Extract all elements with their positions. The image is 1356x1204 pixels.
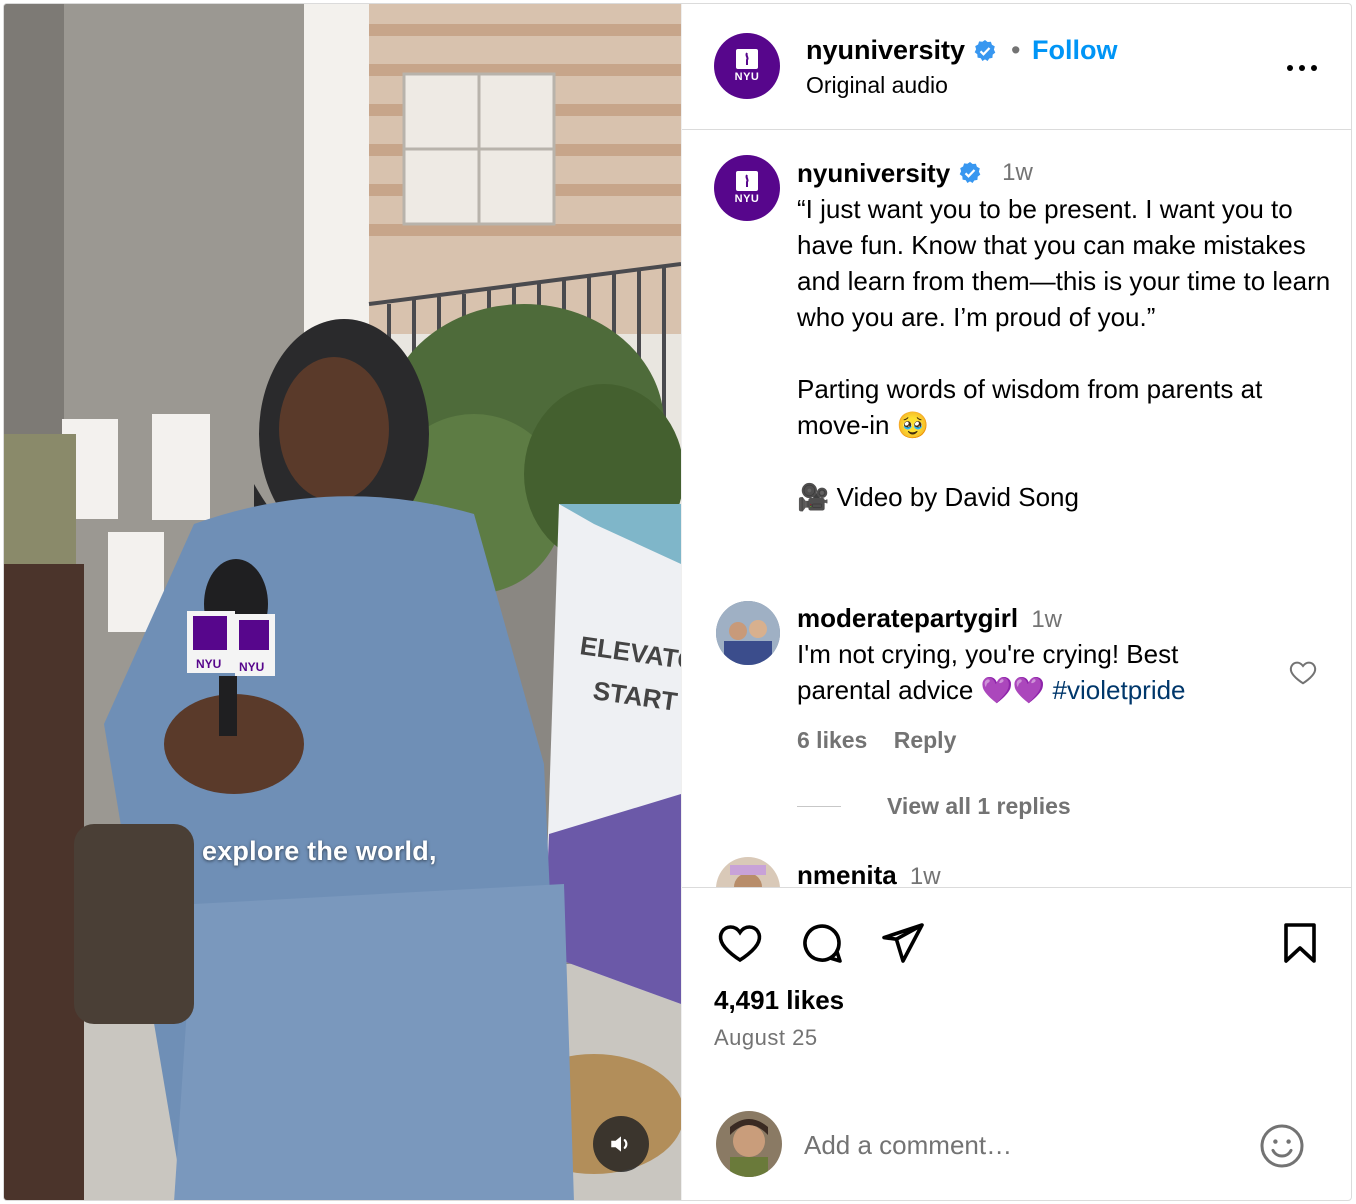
comment-header: nmenita 1w <box>797 857 1317 887</box>
comment-header: moderatepartygirl 1w <box>797 600 1317 638</box>
post-caption: nyuniversity 1w “I just want you to be p… <box>797 155 1337 515</box>
author-avatar[interactable]: NYU <box>714 33 780 99</box>
comment-body: I'm not crying, you're crying! Best pare… <box>797 636 1267 708</box>
view-replies-button[interactable]: View all 1 replies <box>797 793 1071 820</box>
like-heart-icon[interactable] <box>716 919 764 967</box>
comment-bubble-icon[interactable] <box>798 919 846 967</box>
header-separator: • <box>1011 35 1021 65</box>
post-date[interactable]: August 25 <box>714 1025 818 1051</box>
nyu-torch-icon <box>735 49 759 69</box>
add-comment-row <box>682 1089 1351 1200</box>
caption-author-avatar[interactable]: NYU <box>714 155 780 221</box>
save-bookmark-icon[interactable] <box>1276 919 1324 967</box>
caption-paragraph: 🎥 Video by David Song <box>797 482 1079 512</box>
header-username[interactable]: nyuniversity <box>806 35 965 66</box>
post-actions: 4,491 likes August 25 <box>682 889 1351 1200</box>
replies-divider <box>797 806 841 807</box>
more-options-icon[interactable] <box>1282 48 1322 88</box>
current-user-avatar <box>716 1111 782 1177</box>
comment-reply-button[interactable]: Reply <box>894 727 957 753</box>
caption-paragraph: “I just want you to be present. I want y… <box>797 194 1331 332</box>
commenter-avatar[interactable] <box>716 857 780 887</box>
video-frame: ELEVATOR START HE NYU NYU <box>4 4 681 1200</box>
post-side-panel: NYU nyuniversity • Follow Original audio <box>681 4 1351 1200</box>
avatar-label: NYU <box>734 70 760 83</box>
emoji-picker-icon[interactable] <box>1258 1122 1306 1170</box>
post-dialog: ELEVATOR START HE NYU NYU explore the wo… <box>3 3 1352 1201</box>
comment-hashtag-link[interactable]: #violetpride <box>1053 675 1186 705</box>
avatar-label: NYU <box>734 192 760 205</box>
verified-badge-icon <box>959 162 981 183</box>
caption-text: “I just want you to be present. I want y… <box>797 191 1337 515</box>
reel-video[interactable]: ELEVATOR START HE NYU NYU explore the wo… <box>4 4 681 1200</box>
mic-flag-left-text: NYU <box>196 657 221 671</box>
comment-time[interactable]: 1w <box>1031 606 1062 633</box>
comments-list[interactable]: NYU nyuniversity 1w “I just want you to … <box>682 131 1351 888</box>
view-replies-label: View all 1 replies <box>887 793 1071 819</box>
post-likes-count[interactable]: 4,491 likes <box>714 985 844 1016</box>
mic-flag-right-text: NYU <box>239 660 264 674</box>
caption-username[interactable]: nyuniversity <box>797 155 950 191</box>
caption-time[interactable]: 1w <box>1002 155 1033 191</box>
commenter-avatar[interactable] <box>716 601 780 665</box>
comment-meta: 6 likes Reply <box>797 727 976 754</box>
nyu-torch-icon <box>735 171 759 191</box>
commenter-username[interactable]: moderatepartygirl <box>797 603 1018 633</box>
share-send-icon[interactable] <box>878 919 926 967</box>
follow-button[interactable]: Follow <box>1032 35 1117 66</box>
audio-label[interactable]: Original audio <box>806 72 948 99</box>
post-header: NYU nyuniversity • Follow Original audio <box>682 4 1351 130</box>
comment-time[interactable]: 1w <box>910 863 941 887</box>
commenter-username[interactable]: nmenita <box>797 860 897 887</box>
mute-toggle-button[interactable] <box>593 1116 649 1172</box>
caption-paragraph: Parting words of wisdom from parents at … <box>797 374 1263 440</box>
add-comment-input[interactable] <box>804 1125 1234 1165</box>
verified-badge-icon <box>974 39 996 61</box>
video-caption: explore the world, <box>202 836 437 866</box>
comment-like-heart-icon[interactable] <box>1288 657 1318 687</box>
speaker-icon <box>611 1136 628 1152</box>
comment-likes-count[interactable]: 6 likes <box>797 727 867 753</box>
